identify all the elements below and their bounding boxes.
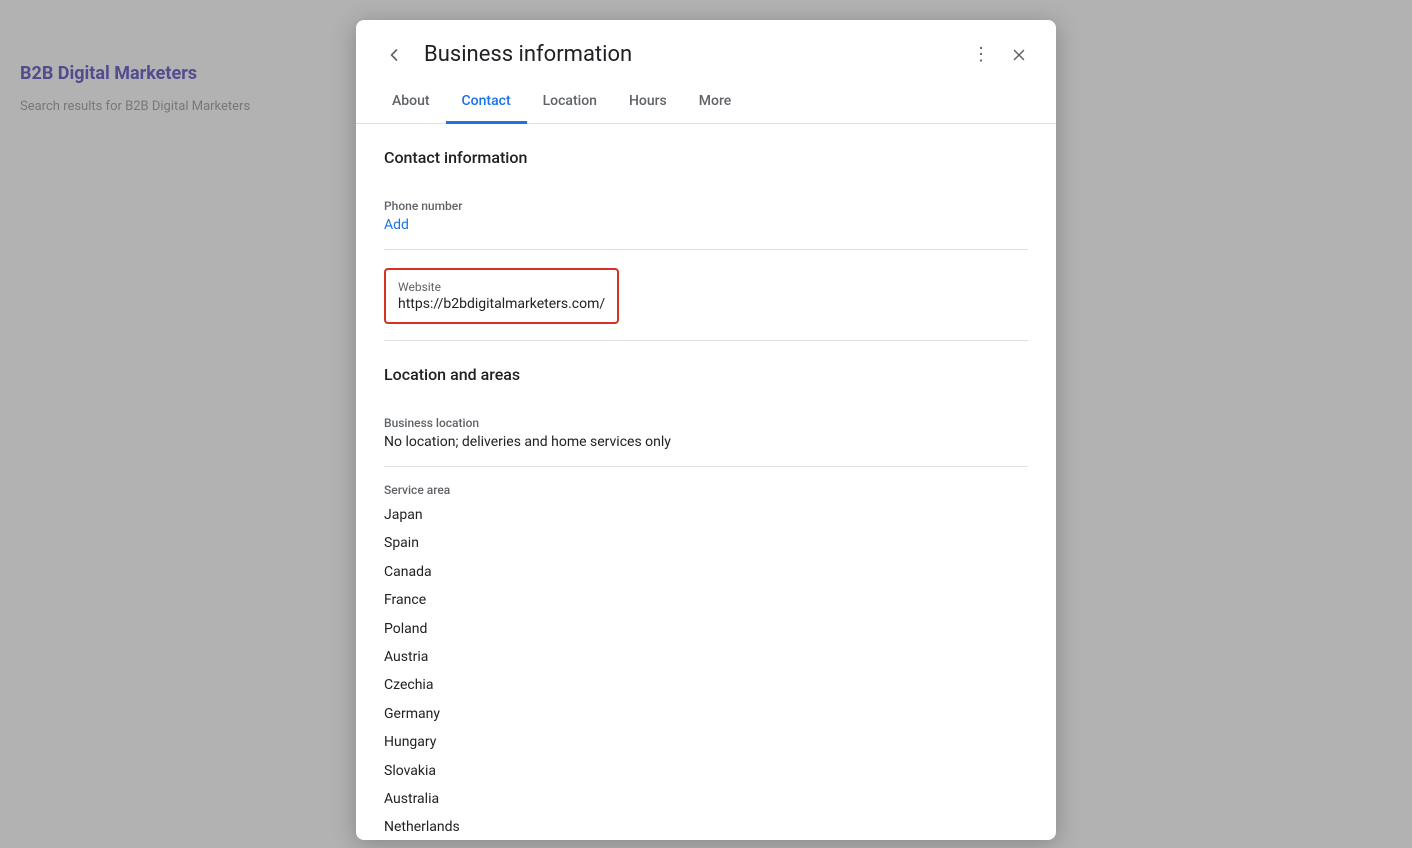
close-icon	[1010, 46, 1028, 64]
business-location-value: No location; deliveries and home service…	[384, 434, 1028, 450]
list-item: Australia	[384, 785, 1028, 813]
dialog-header: Business information ⋮	[356, 20, 1056, 73]
list-item: Austria	[384, 643, 1028, 671]
more-options-button[interactable]: ⋮	[964, 36, 998, 73]
close-button[interactable]	[1002, 38, 1036, 72]
list-item: Japan	[384, 501, 1028, 529]
list-item: Slovakia	[384, 757, 1028, 785]
list-item: Germany	[384, 700, 1028, 728]
list-item: Czechia	[384, 671, 1028, 699]
tab-location[interactable]: Location	[527, 81, 613, 124]
service-area-list: JapanSpainCanadaFrancePolandAustriaCzech…	[384, 501, 1028, 840]
list-item: Hungary	[384, 728, 1028, 756]
dialog-title: Business information	[424, 42, 964, 67]
list-item: Poland	[384, 615, 1028, 643]
contact-section-title: Contact information	[384, 148, 1028, 167]
phone-field-row[interactable]: Phone number Add	[384, 183, 1028, 250]
tab-more[interactable]: More	[683, 81, 748, 124]
more-options-icon: ⋮	[972, 44, 990, 65]
list-item: Canada	[384, 558, 1028, 586]
business-info-dialog: Business information ⋮ About Contact Loc…	[356, 20, 1056, 840]
dialog-tabs: About Contact Location Hours More	[356, 81, 1056, 124]
list-item: Netherlands	[384, 813, 1028, 840]
website-label: Website	[398, 280, 605, 294]
tab-about[interactable]: About	[376, 81, 446, 124]
dialog-body: Contact information Phone number Add Web…	[356, 124, 1056, 840]
header-actions: ⋮	[964, 36, 1036, 73]
website-field-row[interactable]: Website https://b2bdigitalmarketers.com/	[384, 250, 1028, 341]
phone-label: Phone number	[384, 199, 1028, 213]
business-location-field[interactable]: Business location No location; deliverie…	[384, 400, 1028, 467]
website-value: https://b2bdigitalmarketers.com/	[398, 296, 605, 312]
service-area-field[interactable]: Service area JapanSpainCanadaFrancePolan…	[384, 467, 1028, 840]
tab-hours[interactable]: Hours	[613, 81, 683, 124]
list-item: Spain	[384, 529, 1028, 557]
back-button[interactable]	[376, 37, 412, 73]
location-section-title: Location and areas	[384, 365, 1028, 384]
business-location-label: Business location	[384, 416, 1028, 430]
phone-value[interactable]: Add	[384, 217, 1028, 233]
tab-contact[interactable]: Contact	[446, 81, 527, 124]
website-highlighted-box[interactable]: Website https://b2bdigitalmarketers.com/	[384, 268, 619, 324]
list-item: France	[384, 586, 1028, 614]
service-area-label: Service area	[384, 483, 1028, 497]
